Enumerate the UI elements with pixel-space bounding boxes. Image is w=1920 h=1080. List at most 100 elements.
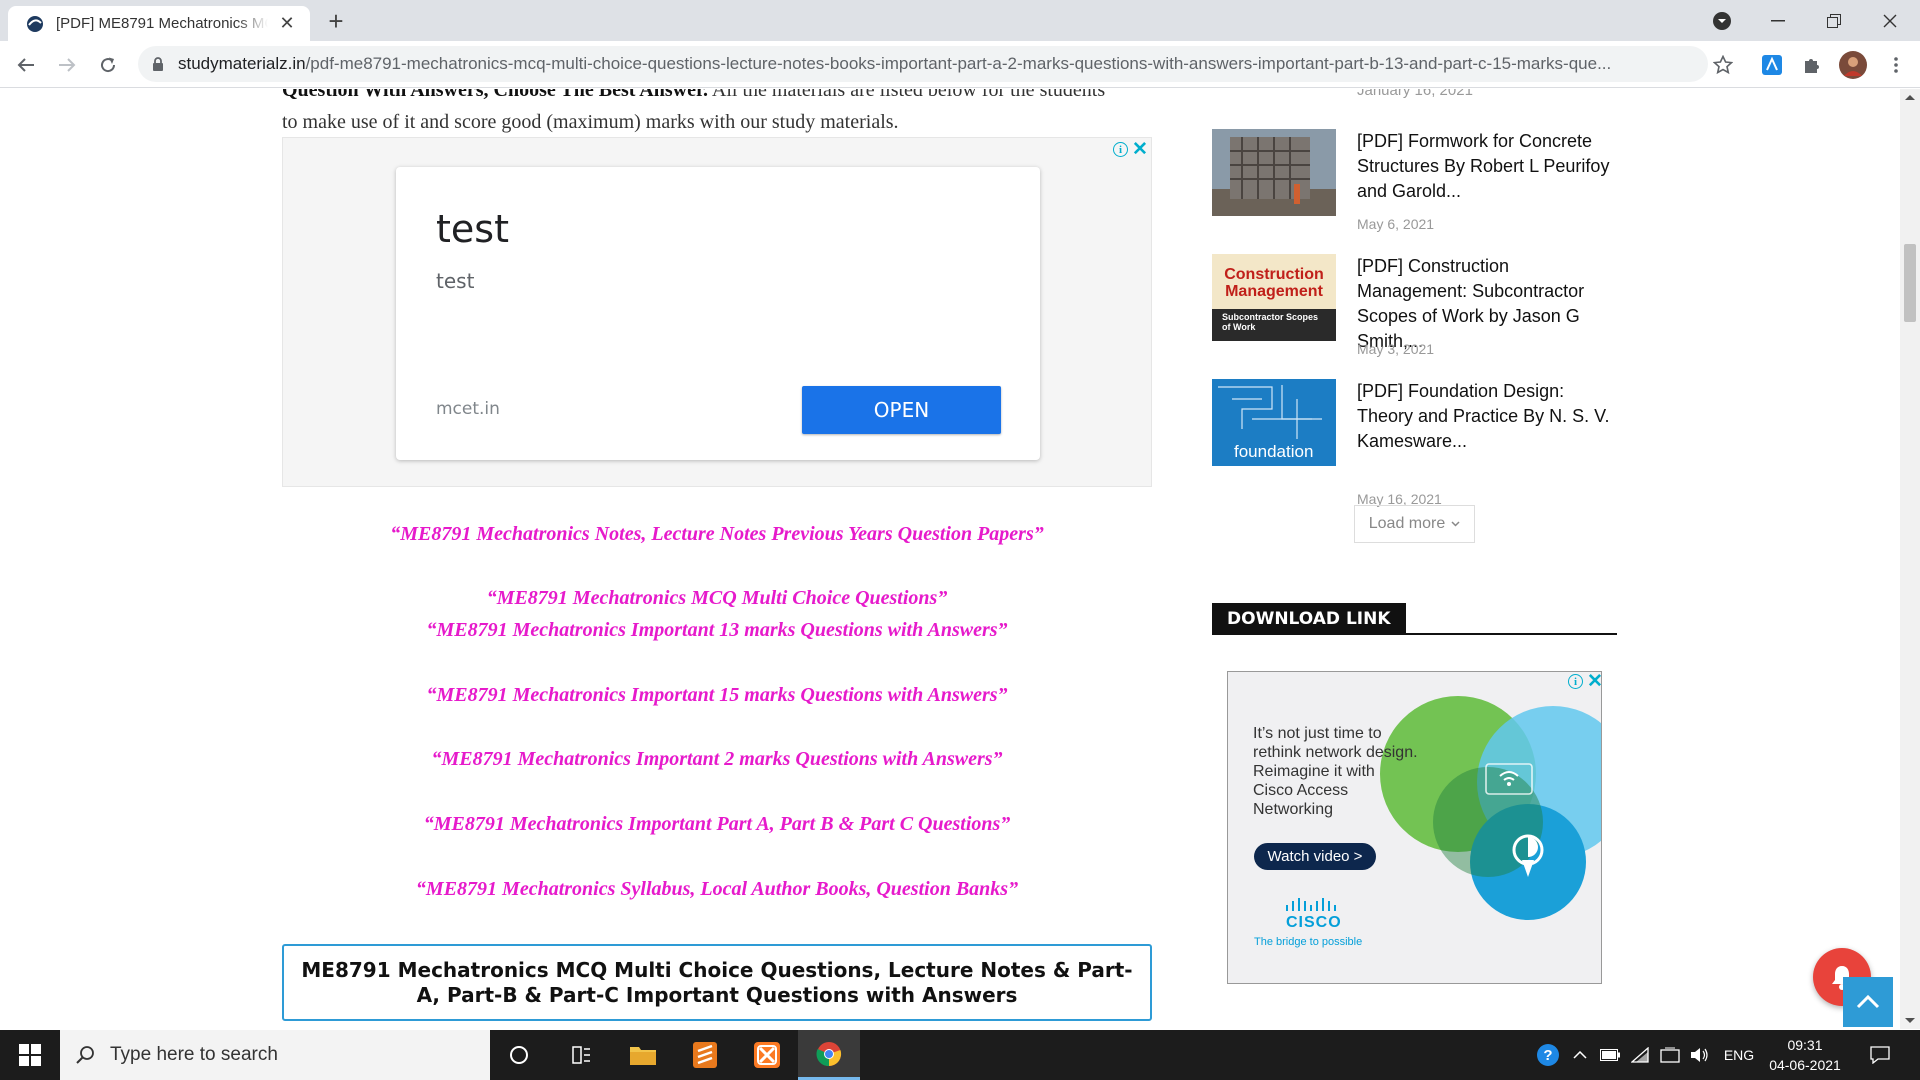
sidebar-post-construction-management[interactable]: Construction Management Subcontractor Sc… [1212, 254, 1617, 364]
more-vert-icon [1894, 57, 1898, 73]
show-hidden-icons-button[interactable] [1569, 1030, 1591, 1080]
help-tray-button[interactable]: ? [1533, 1030, 1563, 1080]
taskbar-clock[interactable]: 09:31 04-06-2021 [1765, 1035, 1845, 1075]
ad-choices[interactable]: i ✕ [1568, 672, 1601, 691]
lock-icon[interactable] [152, 56, 164, 72]
thumb-text-foundation: foundation [1234, 442, 1314, 461]
notifications-button[interactable] [1862, 1030, 1898, 1080]
extensions-menu-button[interactable] [1800, 53, 1824, 77]
cisco-logo: CISCO [1286, 914, 1342, 931]
scroll-down-arrow-icon[interactable] [1900, 1015, 1920, 1027]
windows-taskbar: Type here to search ? ENG 09:31 04-06-20… [0, 1030, 1920, 1080]
address-bar[interactable]: studymaterialz.in/pdf-me8791-mechatronic… [138, 46, 1708, 82]
ad-close-icon[interactable]: ✕ [1587, 672, 1601, 691]
article-link-15-marks[interactable]: “ME8791 Mechatronics Important 15 marks … [282, 684, 1152, 707]
start-button[interactable] [0, 1030, 60, 1080]
thumb-text-subtitle: Subcontractor Scopes [1222, 312, 1319, 322]
chrome-icon [816, 1041, 842, 1066]
close-window-button[interactable] [1862, 0, 1918, 41]
ad-open-button[interactable]: OPEN [802, 386, 1001, 434]
site-favicon-icon [27, 15, 43, 32]
chrome-button[interactable] [798, 1030, 860, 1080]
minimize-button[interactable] [1750, 0, 1806, 41]
post-thumbnail[interactable]: foundation [1212, 379, 1336, 466]
network-icon [1631, 1047, 1649, 1063]
restore-icon [1827, 13, 1841, 28]
sidebar-post-date: January 16, 2021 [1357, 89, 1473, 99]
scroll-thumb[interactable] [1904, 244, 1916, 322]
sublime-text-button[interactable] [674, 1030, 736, 1080]
sidebar-post-foundation-design[interactable]: foundation [PDF] Foundation Design: Theo… [1212, 379, 1617, 507]
svg-text:?: ? [1543, 1047, 1552, 1064]
ad-close-icon[interactable]: ✕ [1132, 140, 1148, 159]
post-thumbnail[interactable] [1212, 129, 1336, 216]
cortana-button[interactable] [488, 1030, 550, 1080]
drive-icon [1660, 1047, 1680, 1063]
ad-banner[interactable]: i ✕ test test mcet.in OPEN [282, 137, 1152, 487]
post-title[interactable]: [PDF] Construction Management: Subcontra… [1357, 254, 1622, 354]
url-path: /pdf-me8791-mechatronics-mcq-multi-choic… [305, 54, 1612, 73]
cisco-tagline: The bridge to possible [1254, 936, 1363, 948]
folder-icon [630, 1047, 656, 1065]
ad-card[interactable]: test test mcet.in OPEN [396, 167, 1040, 460]
browser-menu-button[interactable] [1884, 53, 1908, 77]
article-link-part-abc[interactable]: “ME8791 Mechatronics Important Part A, P… [282, 813, 1152, 836]
reload-button[interactable] [92, 49, 124, 81]
battery-tray-button[interactable] [1597, 1030, 1623, 1080]
watch-video-button[interactable]: Watch video > [1254, 843, 1376, 870]
download-link-heading: DOWNLOAD LINK [1212, 603, 1406, 635]
tab-search-button[interactable] [1694, 0, 1750, 41]
ad-domain: mcet.in [436, 399, 500, 419]
sidebar-post-formwork[interactable]: [PDF] Formwork for Concrete Structures B… [1212, 129, 1617, 239]
cortana-circle-icon [510, 1046, 528, 1064]
arrow-left-icon [17, 58, 34, 72]
battery-icon [1600, 1049, 1620, 1061]
close-icon [1883, 14, 1897, 27]
task-view-button[interactable] [550, 1030, 612, 1080]
scroll-up-arrow-icon[interactable] [1900, 91, 1920, 103]
ad-title[interactable]: test [436, 207, 509, 251]
article-link-2-marks[interactable]: “ME8791 Mechatronics Important 2 marks Q… [282, 748, 1152, 771]
browser-tab[interactable]: [PDF] ME8791 Mechatronics MCQ Multi Choi… [8, 6, 310, 41]
ad-choices[interactable]: i ✕ [1113, 140, 1148, 159]
article-link-mcq[interactable]: “ME8791 Mechatronics MCQ Multi Choice Qu… [282, 587, 1152, 610]
building-construction-image [1212, 129, 1336, 216]
post-title[interactable]: [PDF] Foundation Design: Theory and Prac… [1357, 379, 1622, 454]
language-indicator[interactable]: ENG [1717, 1030, 1761, 1080]
tab-close-icon[interactable]: ✕ [276, 13, 298, 35]
page-scrollbar[interactable] [1900, 89, 1920, 1029]
back-to-top-button[interactable] [1843, 977, 1893, 1027]
extension-button[interactable] [1760, 53, 1784, 77]
tab-title: [PDF] ME8791 Mechatronics MCQ Multi Choi… [56, 15, 268, 32]
bookmark-star-button[interactable] [1711, 53, 1735, 77]
arrow-right-icon [59, 58, 76, 72]
load-more-button[interactable]: Load more [1354, 505, 1475, 543]
back-button[interactable] [10, 49, 42, 81]
storage-tray-button[interactable] [1657, 1030, 1683, 1080]
download-link-section: DOWNLOAD LINK [1212, 603, 1617, 635]
chevron-up-icon [1573, 1051, 1587, 1059]
forward-button[interactable] [51, 49, 83, 81]
new-tab-button[interactable]: + [322, 8, 350, 35]
info-icon[interactable]: i [1568, 674, 1583, 689]
restore-button[interactable] [1806, 0, 1862, 41]
network-tray-button[interactable] [1627, 1030, 1653, 1080]
url-text[interactable]: studymaterialz.in/pdf-me8791-mechatronic… [178, 54, 1708, 74]
taskbar-search-box[interactable]: Type here to search [60, 1030, 490, 1080]
info-icon[interactable]: i [1113, 142, 1128, 157]
article-link-13-marks[interactable]: “ME8791 Mechatronics Important 13 marks … [282, 619, 1152, 642]
help-icon: ? [1537, 1044, 1559, 1066]
article-link-notes[interactable]: “ME8791 Mechatronics Notes, Lecture Note… [282, 523, 1152, 546]
star-icon [1713, 55, 1733, 75]
article-link-syllabus[interactable]: “ME8791 Mechatronics Syllabus, Local Aut… [282, 878, 1152, 901]
search-placeholder: Type here to search [110, 1044, 278, 1065]
task-view-icon [572, 1046, 590, 1064]
sidebar-ad[interactable]: i ✕ It’s not just time to rethink networ… [1227, 671, 1602, 984]
profile-avatar[interactable] [1839, 51, 1867, 79]
chevron-up-icon [1856, 995, 1880, 1009]
post-thumbnail[interactable]: Construction Management Subcontractor Sc… [1212, 254, 1336, 341]
file-explorer-button[interactable] [612, 1030, 674, 1080]
xampp-button[interactable] [736, 1030, 798, 1080]
volume-tray-button[interactable] [1687, 1030, 1713, 1080]
post-title[interactable]: [PDF] Formwork for Concrete Structures B… [1357, 129, 1622, 204]
